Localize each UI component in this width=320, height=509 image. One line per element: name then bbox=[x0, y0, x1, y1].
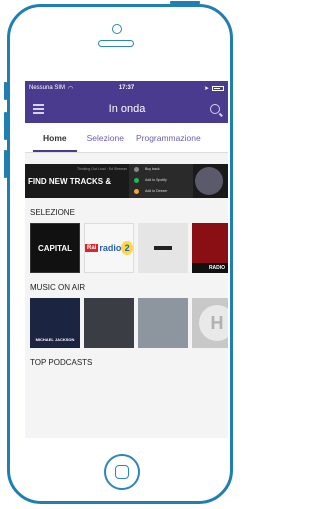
page-title: In onda bbox=[108, 103, 146, 115]
top-app-bar: In onda bbox=[25, 95, 228, 123]
album-artist-label: MICHAEL JACKSON bbox=[35, 337, 75, 342]
clock: 17:37 bbox=[118, 85, 135, 91]
selezione-row: CAPITAL Rai radio 2 RADIO bbox=[25, 223, 228, 273]
banner-headline: FIND NEW TRACKS & bbox=[28, 177, 112, 186]
station-tile-rai-radio-2[interactable]: Rai radio 2 bbox=[84, 223, 134, 273]
rai-logo: Rai bbox=[85, 244, 99, 252]
app-screen: Nessuna SIM ◠ 17:37 ➤ In onda Home Selez… bbox=[25, 81, 228, 438]
banner-subtitle: Thinking Out Loud · Ed Sheeran bbox=[77, 167, 128, 171]
station-tile-3[interactable] bbox=[138, 223, 188, 273]
virgin-radio-label: RADIO bbox=[192, 263, 228, 273]
speaker-grille bbox=[98, 40, 134, 47]
album-tile-3[interactable] bbox=[138, 298, 188, 348]
power-button bbox=[170, 1, 200, 4]
promo-banner[interactable]: Thinking Out Loud · Ed Sheeran FIND NEW … bbox=[25, 164, 228, 198]
rai-radio-label: radio bbox=[99, 243, 122, 253]
tab-home[interactable]: Home bbox=[25, 133, 81, 152]
menu-icon[interactable] bbox=[33, 102, 44, 117]
volume-down-button bbox=[4, 150, 7, 178]
home-button[interactable] bbox=[104, 454, 140, 490]
album-tile-2[interactable] bbox=[84, 298, 134, 348]
album-tile-michael-jackson[interactable]: MICHAEL JACKSON bbox=[30, 298, 80, 348]
tab-programmazione[interactable]: Programmazione bbox=[130, 133, 207, 143]
tab-bar: Home Selezione Programmazione bbox=[25, 123, 228, 153]
rai-two-badge: 2 bbox=[121, 241, 133, 255]
search-icon[interactable] bbox=[209, 104, 220, 114]
volume-up-button bbox=[4, 112, 7, 140]
album-disc-icon bbox=[195, 167, 223, 195]
banner-menu: Buy track Add to Spotify Add to Deezer bbox=[129, 164, 193, 198]
home-square-icon bbox=[115, 465, 129, 479]
station-tile-virgin-radio[interactable]: RADIO bbox=[192, 223, 228, 273]
silent-switch bbox=[4, 82, 7, 100]
station-logo-bar bbox=[154, 246, 172, 250]
section-title-music-on-air: MUSIC ON AIR bbox=[30, 283, 86, 292]
capital-logo: CAPITAL bbox=[37, 243, 73, 253]
tab-selezione[interactable]: Selezione bbox=[81, 133, 130, 143]
station-tile-capital[interactable]: CAPITAL bbox=[30, 223, 80, 273]
section-title-selezione: SELEZIONE bbox=[30, 208, 75, 217]
banner-menu-item: Add to Spotify bbox=[129, 175, 193, 186]
banner-menu-item: Add to Deezer bbox=[129, 186, 193, 197]
album-tile-4[interactable]: H bbox=[192, 298, 228, 348]
camera-icon bbox=[112, 24, 122, 34]
status-bar: Nessuna SIM ◠ 17:37 ➤ bbox=[25, 81, 228, 95]
section-title-top-podcasts: TOP PODCASTS bbox=[30, 358, 93, 367]
album-h-logo: H bbox=[199, 305, 228, 341]
music-row: MICHAEL JACKSON H bbox=[25, 298, 228, 348]
banner-menu-item: Buy track bbox=[129, 164, 193, 175]
